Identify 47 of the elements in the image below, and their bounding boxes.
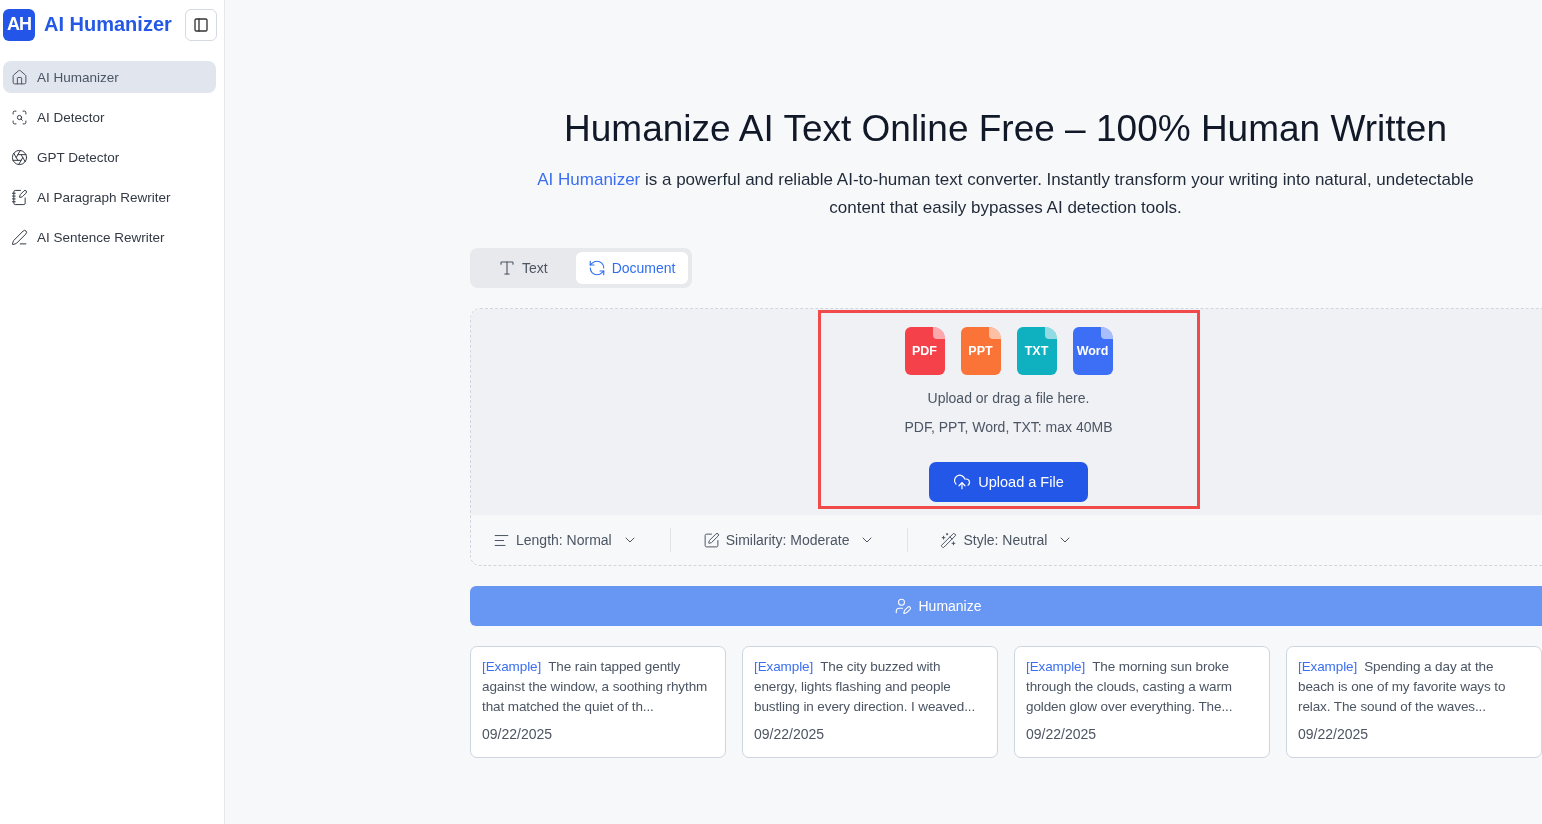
example-card[interactable]: [Example] The morning sun broke through the clouds, casting a warm golden glow over everything. The... 09/22/2025 (1014, 646, 1270, 758)
sidebar-item[interactable]: GPT Detector (3, 141, 216, 173)
rotate-icon (587, 259, 606, 277)
mode-tab[interactable]: Text (474, 252, 572, 284)
example-date: 09/22/2025 (1026, 726, 1098, 742)
upload-button[interactable]: Upload a File (929, 462, 1088, 502)
house-icon (11, 68, 28, 86)
sidebar-toggle-button[interactable] (185, 8, 217, 41)
example-text: [Example] The morning sun broke through the clouds, casting a warm golden glow over everything. The... (1026, 658, 1234, 716)
humanizer-link[interactable]: AI Humanizer (537, 170, 641, 189)
text-icon (498, 259, 516, 277)
sidebar-item[interactable]: AI Detector (3, 101, 216, 133)
brand-name: AI Humanizer (44, 13, 173, 36)
example-date: 09/22/2025 (1298, 726, 1370, 742)
magnifier-icon (11, 108, 28, 126)
upload-limits: PDF, PPT, Word, TXT: max 40MB (904, 419, 1113, 435)
page-title: Humanize AI Text Online Free – 100% Human Written (563, 108, 1448, 150)
example-card[interactable]: [Example] Spending a day at the beach is one of my favorite ways to relax. The sound of the waves... 09/22/2025 (1286, 646, 1542, 758)
edit-icon (702, 531, 720, 549)
cloud-upload-icon (953, 473, 972, 491)
file-type-icon: PPT (960, 327, 1001, 375)
sidebar-item[interactable]: AI Paragraph Rewriter (3, 181, 216, 213)
option-dropdown[interactable]: Style: Neutral (940, 531, 1074, 549)
example-text: [Example] Spending a day at the beach is one of my favorite ways to relax. The sound of the waves... (1298, 658, 1507, 716)
file-type-icon: Word (1072, 327, 1113, 375)
user-pen-icon (894, 597, 913, 615)
pen-icon (11, 228, 28, 246)
panel-icon (193, 16, 209, 33)
mode-tab[interactable]: Document (575, 252, 688, 284)
notepad-icon (11, 188, 28, 206)
example-text: [Example] The rain tapped gently against the window, a soothing rhythm that matched the quiet of th... (482, 658, 709, 716)
example-card[interactable]: [Example] The rain tapped gently against the window, a soothing rhythm that matched the quiet of th... 09/22/2025 (470, 646, 726, 758)
file-type-icon: PDF (904, 327, 945, 375)
example-text: [Example] The city buzzed with energy, lights flashing and people bustling in every direction. I weaved... (754, 658, 977, 716)
upload-hint: Upload or drag a file here. (927, 390, 1090, 406)
logo: AH (3, 8, 35, 41)
example-date: 09/22/2025 (482, 726, 554, 742)
example-card[interactable]: [Example] The city buzzed with energy, lights flashing and people bustling in every direction. I weaved... 09/22/2025 (742, 646, 998, 758)
option-dropdown[interactable]: Similarity: Moderate (702, 531, 876, 549)
example-date: 09/22/2025 (754, 726, 826, 742)
wand-icon (940, 531, 958, 549)
aperture-icon (11, 148, 28, 166)
sidebar-item[interactable]: AI Humanizer (3, 61, 216, 93)
sidebar-item[interactable]: AI Sentence Rewriter (3, 221, 216, 253)
page-subtitle: AI Humanizer is a powerful and reliable AI-to-human text converter. Instantly transform your writing into natural, undetectable content that easily bypasses AI detection tools. (536, 169, 1475, 219)
option-dropdown[interactable]: Length: Normal (493, 531, 638, 549)
file-type-icon: TXT (1016, 327, 1057, 375)
